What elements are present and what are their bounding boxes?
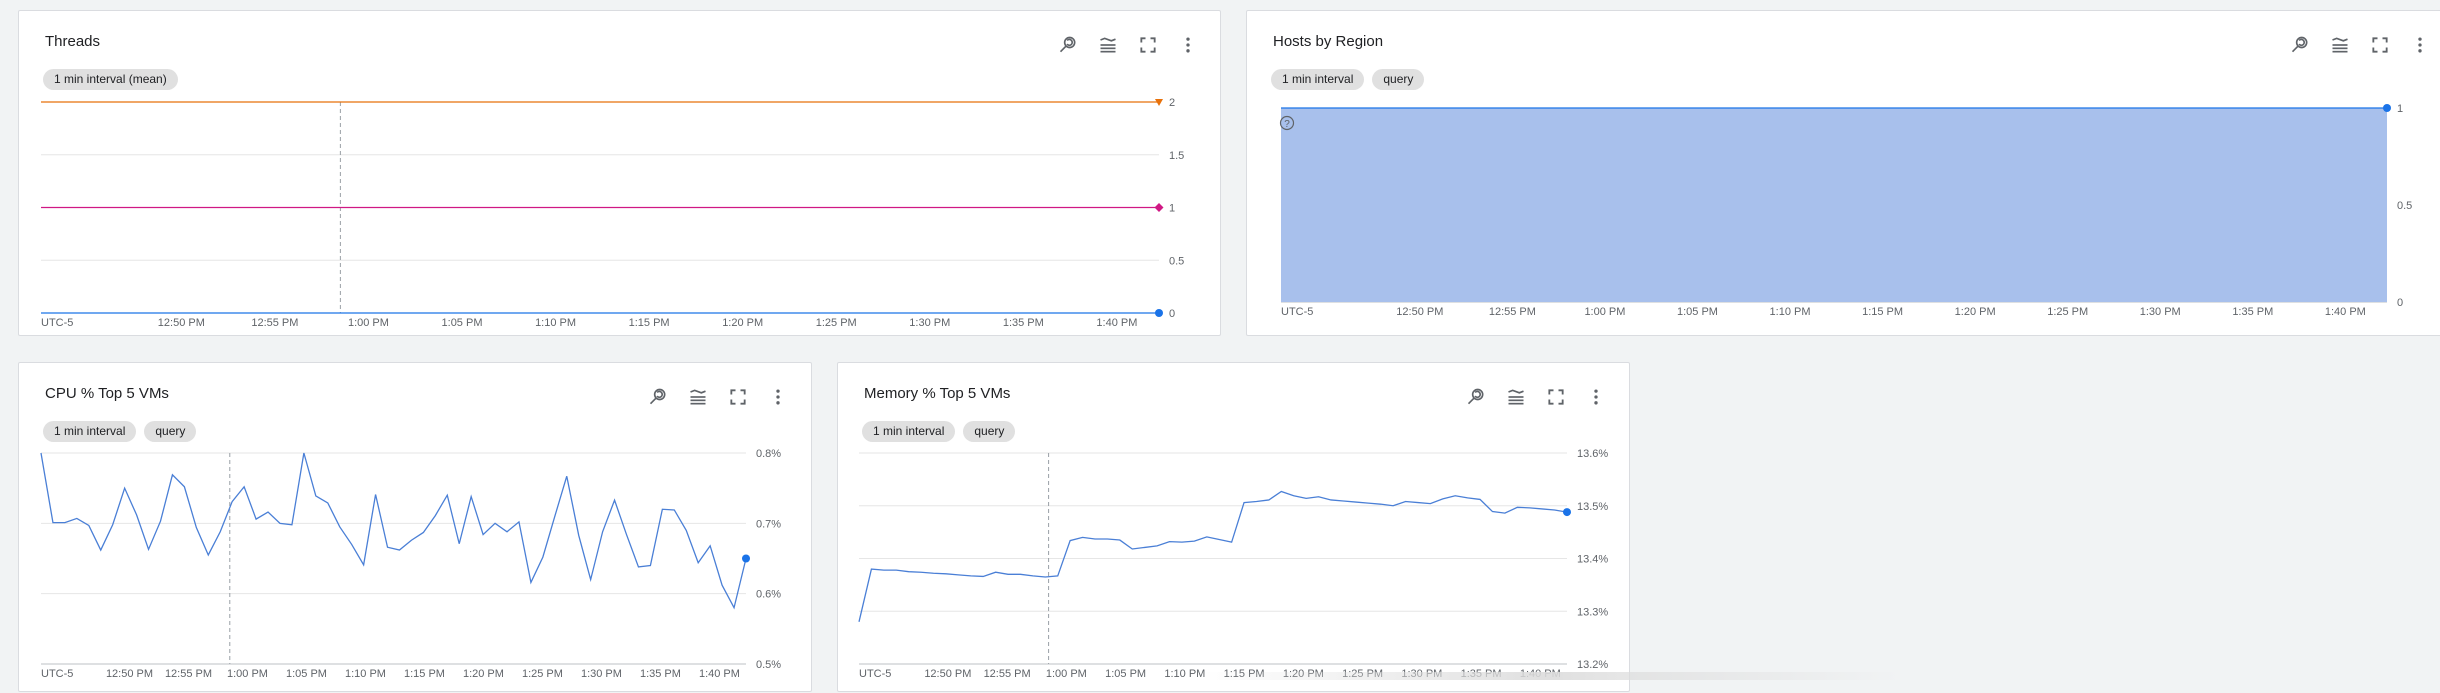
y-tick-label: 1 xyxy=(2397,103,2403,115)
timezone-label: UTC-5 xyxy=(41,317,73,329)
x-tick-label: 1:20 PM xyxy=(463,668,504,680)
x-tick-label: 1:05 PM xyxy=(1105,668,1146,680)
x-tick-label: 1:10 PM xyxy=(535,317,576,329)
x-tick-label: 1:00 PM xyxy=(1584,306,1625,318)
x-tick-label: 12:55 PM xyxy=(251,317,298,329)
x-tick-label: 12:50 PM xyxy=(924,668,971,680)
timezone-label: UTC-5 xyxy=(859,668,891,680)
y-tick-label: 0.8% xyxy=(756,448,781,460)
x-tick-label: 1:05 PM xyxy=(286,668,327,680)
y-tick-label: 0.5% xyxy=(756,659,781,671)
chart-plot[interactable]: 0 0.5 1 1.5 2 12:50 PM 12:55 PM 1:00 PM 1:05 PM 1… xyxy=(19,11,1222,337)
y-tick-label: 0.5 xyxy=(1169,255,1184,267)
x-tick-label: 1:40 PM xyxy=(2325,306,2366,318)
x-tick-label: 1:25 PM xyxy=(522,668,563,680)
timezone-label: UTC-5 xyxy=(1281,306,1313,318)
series-end-marker xyxy=(1155,309,1163,317)
y-tick-label: 13.4% xyxy=(1577,554,1608,566)
y-tick-label: 1.5 xyxy=(1169,150,1184,162)
y-tick-label: 0 xyxy=(1169,308,1175,320)
x-tick-label: 1:10 PM xyxy=(1770,306,1811,318)
series-end-marker xyxy=(1563,508,1571,517)
x-tick-label: 1:15 PM xyxy=(404,668,445,680)
chart-plot[interactable]: 0.5% 0.6% 0.7% 0.8% 12:50 PM 12:55 PM 1:00 PM 1… xyxy=(19,363,813,693)
x-tick-label: 1:00 PM xyxy=(227,668,268,680)
timezone-label: UTC-5 xyxy=(41,668,73,680)
x-tick-label: 1:30 PM xyxy=(2140,306,2181,318)
y-tick-label: 13.6% xyxy=(1577,448,1608,460)
y-tick-label: 0.6% xyxy=(756,589,781,601)
y-tick-label: 13.2% xyxy=(1577,659,1608,671)
x-tick-label: 1:30 PM xyxy=(581,668,622,680)
y-tick-label: 1 xyxy=(1169,203,1175,215)
y-tick-label: 0.5 xyxy=(2397,200,2412,212)
chart-card-cpu-top-5-vms: CPU % Top 5 VMs 1 min interval query 0.5%… xyxy=(18,362,812,692)
chart-card-hosts-by-region: Hosts by Region 1 min interval query 0 0.5… xyxy=(1246,10,2440,336)
horizontal-scroll-shadow xyxy=(1200,672,1900,680)
help-icon-glyph: ? xyxy=(1284,119,1290,130)
x-tick-label: 1:25 PM xyxy=(2047,306,2088,318)
y-tick-label: 13.5% xyxy=(1577,501,1608,513)
x-tick-label: 1:00 PM xyxy=(348,317,389,329)
x-tick-label: 12:55 PM xyxy=(1489,306,1536,318)
x-tick-label: 1:20 PM xyxy=(722,317,763,329)
x-tick-label: 12:50 PM xyxy=(1396,306,1443,318)
x-tick-label: 1:25 PM xyxy=(816,317,857,329)
x-tick-label: 1:20 PM xyxy=(1955,306,1996,318)
chart-card-memory-top-5-vms: Memory % Top 5 VMs 1 min interval query 1… xyxy=(837,362,1630,692)
x-tick-label: 12:55 PM xyxy=(984,668,1031,680)
area-fill xyxy=(1281,108,2387,302)
y-tick-label: 13.3% xyxy=(1577,606,1608,618)
series-end-marker xyxy=(1154,203,1164,212)
x-tick-label: 1:15 PM xyxy=(1862,306,1903,318)
x-tick-label: 1:35 PM xyxy=(640,668,681,680)
series-line xyxy=(858,490,1568,622)
chart-plot[interactable]: 0 0.5 1 12:50 PM 12:55 PM 1:00 PM 1:05 PM 1:10 … xyxy=(1247,11,2440,337)
x-tick-label: 12:50 PM xyxy=(106,668,153,680)
x-tick-label: 1:40 PM xyxy=(699,668,740,680)
x-tick-label: 1:40 PM xyxy=(1096,317,1137,329)
x-tick-label: 1:00 PM xyxy=(1046,668,1087,680)
chart-plot[interactable]: 13.2% 13.3% 13.4% 13.5% 13.6% 12:50 PM 12:55 P… xyxy=(838,363,1631,693)
x-tick-label: 12:50 PM xyxy=(158,317,205,329)
y-tick-label: 2 xyxy=(1169,97,1175,109)
y-tick-label: 0 xyxy=(2397,297,2403,309)
series-end-marker xyxy=(742,554,750,563)
x-tick-label: 1:35 PM xyxy=(2232,306,2273,318)
series-end-marker xyxy=(2383,104,2391,112)
x-tick-label: 1:05 PM xyxy=(442,317,483,329)
x-tick-label: 1:05 PM xyxy=(1677,306,1718,318)
x-tick-label: 1:35 PM xyxy=(1003,317,1044,329)
x-tick-label: 1:10 PM xyxy=(345,668,386,680)
x-tick-label: 1:15 PM xyxy=(629,317,670,329)
series-line xyxy=(40,452,747,610)
y-tick-label: 0.7% xyxy=(756,518,781,530)
x-tick-label: 12:55 PM xyxy=(165,668,212,680)
x-tick-label: 1:30 PM xyxy=(909,317,950,329)
chart-card-threads: Threads 1 min interval (mean) 0 0.5 1 1.5 2 1… xyxy=(18,10,1221,336)
